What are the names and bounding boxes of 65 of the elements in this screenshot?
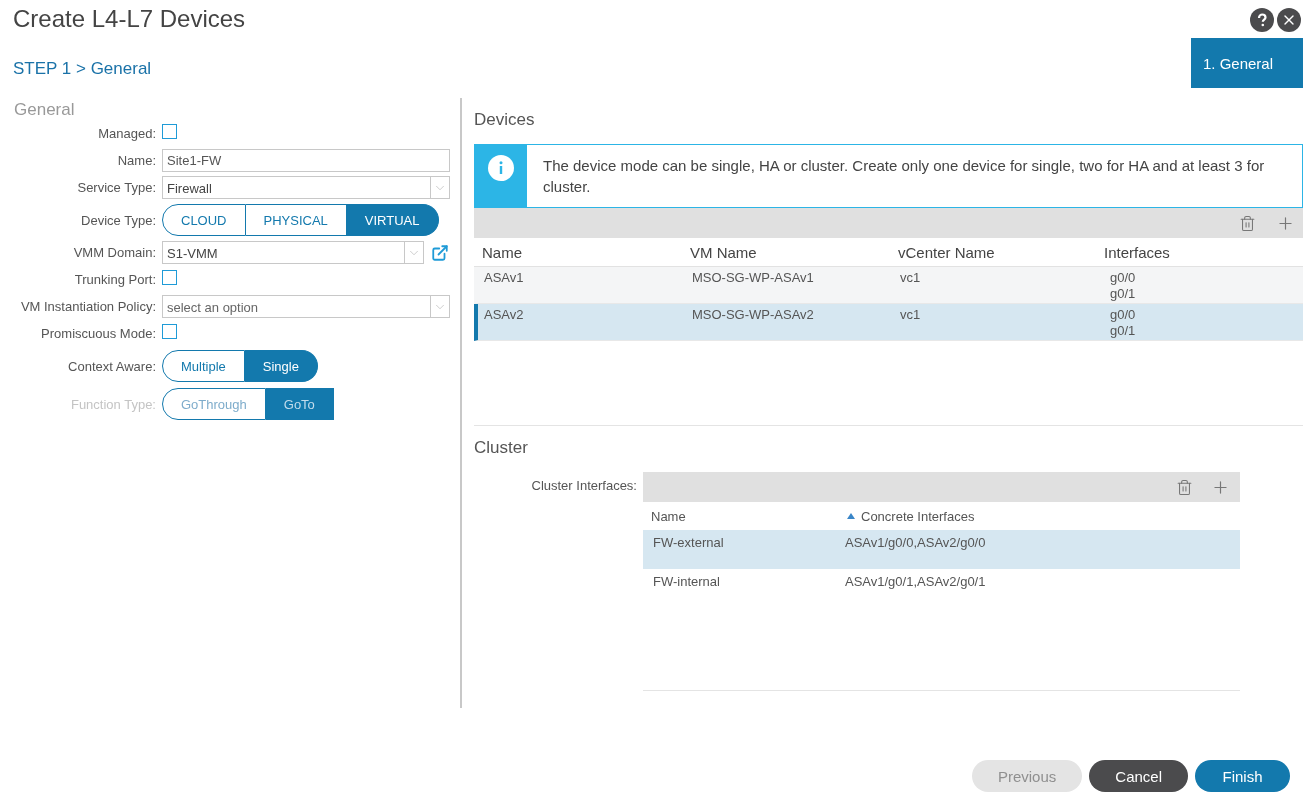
trash-icon bbox=[1176, 478, 1193, 496]
table-cell-text: MSO-SG-WP-ASAv2 bbox=[691, 307, 815, 324]
checkbox[interactable] bbox=[162, 324, 177, 339]
table-cell-text: g0/1 bbox=[1109, 286, 1137, 302]
column-header[interactable]: Concrete Interfaces bbox=[839, 508, 1240, 524]
trash-icon bbox=[1239, 214, 1256, 232]
column-header[interactable]: vCenter Name bbox=[890, 243, 1096, 261]
table-cell-text: ASAv1 bbox=[483, 270, 525, 287]
delete-button[interactable] bbox=[1239, 214, 1256, 232]
table-cell-text: g0/0 bbox=[1109, 307, 1137, 323]
field-label: VMM Domain: bbox=[72, 245, 156, 260]
device-row[interactable]: ASAv1 MSO-SG-WP-ASAv1 vc1 g0/0 g0/1 bbox=[474, 267, 1303, 304]
window-title: Create L4-L7 Devices bbox=[13, 5, 246, 33]
external-link-icon[interactable] bbox=[431, 243, 449, 262]
table-cell-text: g0/0 bbox=[1109, 270, 1137, 286]
help-button[interactable] bbox=[1250, 8, 1274, 32]
column-header[interactable]: VM Name bbox=[682, 243, 890, 261]
segment-button[interactable]: PHYSICAL bbox=[245, 204, 347, 236]
field-label: Service Type: bbox=[76, 180, 156, 195]
section-heading: Cluster bbox=[474, 437, 529, 459]
step-breadcrumb[interactable]: STEP 1 > General bbox=[13, 59, 246, 79]
segment-button[interactable]: CLOUD bbox=[162, 204, 246, 236]
segment-button[interactable]: Single bbox=[244, 350, 318, 382]
table-cell-text: vc1 bbox=[899, 270, 922, 287]
column-header[interactable]: Name bbox=[643, 508, 839, 524]
table-cell-text: ASAv1/g0/0,ASAv2/g0/0 bbox=[844, 535, 987, 552]
info-message: The device mode can be single, HA or cluster. Create only one device for single, two for HA and at least 3 for cluster. bbox=[542, 156, 1266, 197]
dropdown-field[interactable]: Firewall bbox=[162, 176, 450, 199]
checkbox[interactable] bbox=[162, 270, 177, 285]
section-heading: General bbox=[13, 99, 76, 120]
field-label: Cluster Interfaces: bbox=[530, 477, 637, 495]
field-label: Device Type: bbox=[80, 212, 156, 228]
checkbox[interactable] bbox=[162, 124, 177, 139]
dropdown-field[interactable]: S1-VMM bbox=[162, 241, 424, 264]
device-row[interactable]: ASAv2 MSO-SG-WP-ASAv2 vc1 g0/0 g0/1 bbox=[474, 304, 1303, 341]
table-cell-text: MSO-SG-WP-ASAv1 bbox=[691, 270, 815, 287]
column-header[interactable]: Name bbox=[474, 243, 682, 261]
section-heading: Devices bbox=[474, 109, 536, 131]
step-tab[interactable]: 1. General bbox=[1191, 38, 1303, 88]
footer-button[interactable]: Cancel bbox=[1089, 760, 1188, 792]
field-label: Managed: bbox=[97, 126, 156, 141]
close-button[interactable] bbox=[1277, 8, 1301, 32]
text-field[interactable]: Site1-FW bbox=[162, 149, 450, 172]
table-cell-text: g0/1 bbox=[1109, 323, 1137, 339]
table-cell-text: FW-internal bbox=[652, 574, 721, 591]
footer-button[interactable]: Finish bbox=[1195, 760, 1290, 792]
field-label: Context Aware: bbox=[67, 358, 156, 374]
field-label: Trunking Port: bbox=[73, 272, 156, 287]
field-label: VM Instantiation Policy: bbox=[19, 299, 156, 314]
info-icon bbox=[488, 155, 514, 181]
segment-button[interactable]: VIRTUAL bbox=[346, 204, 439, 236]
segment-button[interactable]: Multiple bbox=[162, 350, 245, 382]
field-label: Function Type: bbox=[69, 396, 156, 412]
column-header[interactable]: Interfaces bbox=[1096, 243, 1303, 261]
help-icon bbox=[1255, 13, 1269, 27]
table-cell-text: FW-external bbox=[652, 535, 725, 552]
dropdown-field[interactable]: select an option bbox=[162, 295, 450, 318]
table-cell-text: ASAv2 bbox=[483, 307, 525, 324]
sort-ascending-icon bbox=[847, 513, 855, 519]
field-label: Promiscuous Mode: bbox=[40, 326, 156, 341]
field-label: Name: bbox=[116, 153, 156, 168]
cluster-row[interactable]: FW-external ASAv1/g0/0,ASAv2/g0/0 bbox=[643, 530, 1240, 569]
table-cell-text: vc1 bbox=[899, 307, 922, 324]
delete-button[interactable] bbox=[1176, 478, 1193, 496]
table-cell-text: ASAv1/g0/1,ASAv2/g0/1 bbox=[844, 574, 987, 591]
